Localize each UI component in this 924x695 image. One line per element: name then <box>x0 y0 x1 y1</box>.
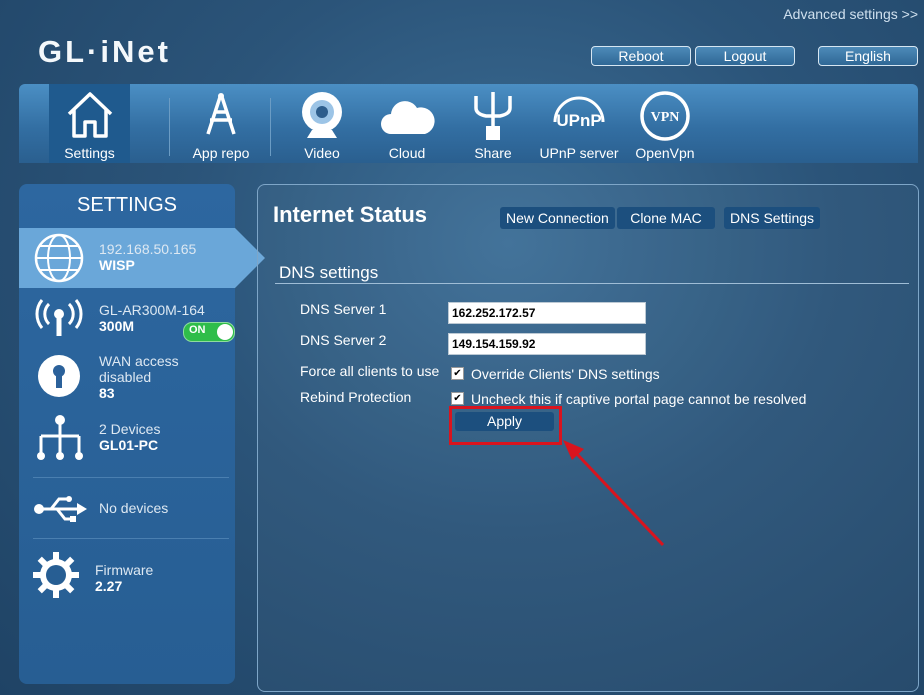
wisp-mode: WISP <box>99 257 135 273</box>
wan-code: 83 <box>99 385 115 401</box>
reboot-button[interactable]: Reboot <box>591 46 691 66</box>
sidebar-item-wifi[interactable]: GL-AR300M-164 300M ON <box>19 294 235 346</box>
toolbar-cloud[interactable]: Cloud <box>369 84 445 163</box>
usb-icon <box>33 494 87 529</box>
sidebar-item-wisp[interactable]: 192.168.50.165 WISP <box>19 228 265 289</box>
keyhole-icon <box>37 354 81 403</box>
device-name: GL01-PC <box>99 437 159 453</box>
annotation-arrow-icon <box>563 440 665 547</box>
toolbar-label: Cloud <box>388 145 426 161</box>
sidebar-item-wan[interactable]: WAN access disabled 83 <box>19 350 235 406</box>
wifi-toggle[interactable]: ON <box>183 322 235 342</box>
cloud-icon <box>379 96 435 141</box>
devices-count: 2 Devices <box>99 421 161 437</box>
home-icon <box>65 90 115 145</box>
toolbar-settings[interactable]: Settings <box>49 84 130 163</box>
toolbar-label: Settings <box>64 145 115 161</box>
sidebar-item-devices[interactable]: 2 Devices GL01-PC <box>19 412 235 464</box>
wan-status: WAN access <box>99 353 179 369</box>
svg-text:UPnP: UPnP <box>556 111 601 130</box>
toolbar-label: App repo <box>192 145 250 161</box>
toolbar-upnp[interactable]: UPnP UPnP server <box>537 84 621 163</box>
firmware-label: Firmware <box>95 562 154 578</box>
sidebar-divider <box>33 538 229 539</box>
toolbar-divider <box>270 98 271 156</box>
settings-sidebar: SETTINGS 192.168.50.165 WISP GL-AR300M-16… <box>19 184 265 684</box>
toolbar-share[interactable]: Share <box>456 84 530 163</box>
toolbar-app-repo[interactable]: App repo <box>181 84 261 163</box>
toolbar-video[interactable]: Video <box>282 84 362 163</box>
vpn-icon: VPN <box>639 90 691 147</box>
app-repo-icon <box>196 90 246 145</box>
toolbar-label: UPnP server <box>539 145 619 161</box>
gear-icon <box>33 552 79 603</box>
globe-icon <box>33 232 85 289</box>
header-buttons: Reboot Logout English <box>591 46 918 66</box>
toggle-label: ON <box>189 324 206 336</box>
language-button[interactable]: English <box>818 46 918 66</box>
ssid: GL-AR300M-164 <box>99 302 205 318</box>
svg-text:VPN: VPN <box>651 110 680 125</box>
toggle-knob <box>217 324 233 340</box>
firmware-version: 2.27 <box>95 578 123 594</box>
sidebar-title: SETTINGS <box>76 194 177 216</box>
toolbar-divider <box>169 98 170 156</box>
advanced-settings-link[interactable]: Advanced settings >> <box>783 6 918 22</box>
wifi-antenna-icon <box>35 298 83 343</box>
wan-status-2: disabled <box>99 369 152 385</box>
webcam-icon <box>297 90 347 147</box>
sidebar-item-usb[interactable]: No devices <box>19 486 235 530</box>
usb-status: No devices <box>99 500 169 516</box>
sidebar-divider <box>33 477 229 478</box>
network-tree-icon <box>35 414 85 467</box>
toolbar-openvpn[interactable]: VPN OpenVpn <box>627 84 703 163</box>
sidebar-item-firmware[interactable]: Firmware 2.27 <box>19 548 235 600</box>
upnp-icon: UPnP <box>551 92 607 141</box>
gl-inet-logo: GL·iNet <box>38 34 171 69</box>
usb-share-icon <box>468 90 518 147</box>
main-toolbar: Settings App repo Video Cloud Share UPnP… <box>19 84 918 163</box>
toolbar-label: Video <box>304 145 340 161</box>
logout-button[interactable]: Logout <box>695 46 795 66</box>
toolbar-label: OpenVpn <box>635 145 695 161</box>
toolbar-label: Share <box>474 145 512 161</box>
internet-status-panel: Internet Status New Connection Clone MAC… <box>257 184 919 692</box>
wisp-ip: 192.168.50.165 <box>99 241 197 257</box>
